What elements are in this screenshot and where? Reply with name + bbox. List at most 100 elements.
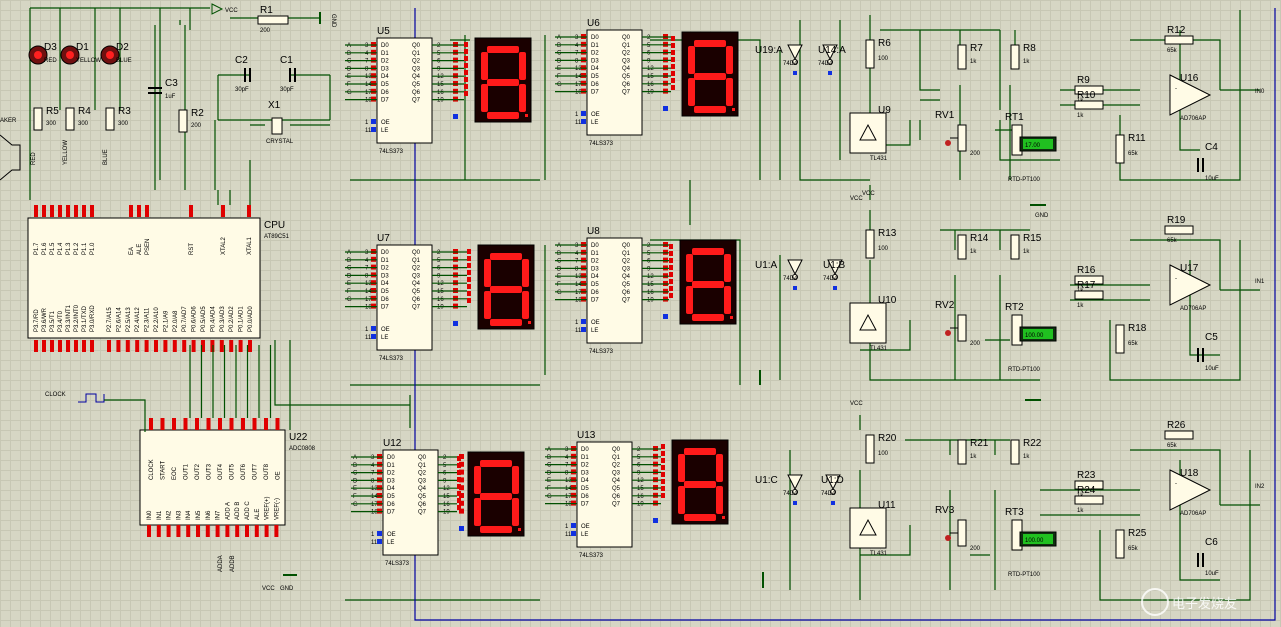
cpu-pin[interactable] (189, 205, 193, 217)
latch-U7[interactable]: U7 74LS373 D0 Q0 3 2 A D1 Q1 4 5 B D2 Q2 7 6 C D3 Q3 8 9 D D4 Q… (345, 233, 467, 362)
cpu-pin[interactable] (145, 205, 149, 217)
adc-pin[interactable] (215, 525, 220, 537)
cpu-pin[interactable] (58, 340, 62, 352)
adc-pin[interactable] (225, 525, 230, 537)
resistor-body[interactable] (105, 107, 115, 131)
cpu-pin[interactable] (219, 340, 224, 352)
resistor-body[interactable] (1010, 44, 1020, 70)
adc-pin[interactable] (218, 418, 222, 430)
resistor-body[interactable] (957, 44, 967, 70)
resistor-R2[interactable]: R2 200 (178, 108, 204, 133)
cpu-pin[interactable] (66, 340, 70, 352)
adc-pin[interactable] (241, 418, 245, 430)
inverter-pin[interactable] (831, 501, 835, 505)
adc-pin[interactable] (245, 525, 249, 537)
cpu-AT89C51[interactable]: CPU AT89C51 P1.7 P1.6 P1.5 P1.4 P1.3 P1.2 P1.1 P1… (27, 205, 290, 352)
cpu-pin[interactable] (144, 340, 149, 352)
cpu-pin[interactable] (229, 340, 234, 352)
schematic-canvas[interactable]: D3 RED RED R5 300 D1 YELLOW YELLOW R4 300 D2 BLUE BL… (0, 0, 1281, 627)
resistor-body[interactable] (1115, 134, 1125, 164)
latch-ctrl-pin[interactable] (581, 119, 586, 124)
resistor-R22[interactable]: R22 1k (1010, 438, 1042, 465)
cap-C4[interactable]: C4 10uF (1197, 142, 1219, 182)
resistor-body[interactable] (257, 15, 289, 25)
cpu-pin[interactable] (90, 340, 94, 352)
latch-ctrl-pin[interactable] (571, 523, 576, 528)
latch-U12[interactable]: U12 74LS373 D0 Q0 3 2 A D1 Q1 4 5 B D2 Q2 7 6 C D3 Q3 8 9 D D4… (351, 438, 464, 567)
shunt-body[interactable] (849, 112, 887, 154)
inverter-pin[interactable] (793, 286, 797, 290)
pot-RV2[interactable]: RV2 200 (935, 300, 981, 347)
cpu-pin[interactable] (90, 205, 94, 217)
cap-C1[interactable]: C1 30pF (280, 55, 296, 93)
latch-ctrl-pin[interactable] (371, 119, 376, 124)
resistor-R14[interactable]: R14 1k (957, 233, 989, 260)
cpu-pin[interactable] (58, 205, 62, 217)
adc-pin[interactable] (254, 525, 259, 537)
latch-ctrl-pin[interactable] (571, 531, 576, 536)
resistor-R26[interactable]: R26 65k (1164, 420, 1194, 449)
adc-pin[interactable] (206, 418, 211, 430)
pot-body[interactable] (957, 314, 967, 342)
adc-pin[interactable] (235, 525, 240, 537)
cpu-pin[interactable] (34, 340, 38, 352)
latch-pin[interactable] (653, 518, 658, 523)
clock-source[interactable]: CLOCK (45, 392, 105, 403)
opamp-U17[interactable]: -U17 AD706AP IN1 (1169, 263, 1265, 312)
resistor-body[interactable] (1074, 290, 1104, 300)
cap-C3[interactable]: C3 1uF (148, 78, 178, 100)
resistor-body[interactable] (1010, 234, 1020, 260)
pot-body[interactable] (957, 519, 967, 547)
pot-knob[interactable] (945, 330, 951, 336)
pot-RV1[interactable]: RV1 200 (935, 110, 981, 157)
adc-pin[interactable] (156, 525, 161, 537)
resistor-R21[interactable]: R21 1k (957, 438, 989, 465)
resistor-body[interactable] (1074, 495, 1104, 505)
resistor-body[interactable] (33, 107, 43, 131)
adc-pin[interactable] (147, 525, 151, 537)
latch-ctrl-pin[interactable] (371, 334, 376, 339)
adc-pin[interactable] (274, 525, 279, 537)
latch-ctrl-pin[interactable] (581, 319, 586, 324)
cpu-pin[interactable] (50, 205, 54, 217)
cap-C2[interactable]: C2 30pF (235, 55, 251, 93)
shunt-U11[interactable]: U11 TL431 (849, 500, 896, 557)
shunt-U9[interactable]: U9 TL431 (849, 105, 891, 162)
latch-U8[interactable]: U8 74LS373 D0 Q0 3 2 A D1 Q1 4 5 B D2 Q2 7 6 C D3 Q3 8 9 D D4 Q… (555, 226, 669, 355)
shunt-body[interactable] (849, 507, 887, 549)
cpu-pin[interactable] (42, 340, 46, 352)
resistor-R4[interactable]: R4 300 (65, 106, 91, 131)
cpu-pin[interactable] (247, 205, 251, 217)
resistor-body[interactable] (1074, 100, 1104, 110)
adc-pin[interactable] (149, 418, 153, 430)
crystal-X1[interactable]: X1 CRYSTAL (266, 100, 294, 145)
latch-ctrl-pin[interactable] (371, 127, 376, 132)
resistor-R1[interactable]: R1 200 (257, 5, 289, 34)
cpu-pin[interactable] (137, 205, 141, 217)
adc-pin[interactable] (264, 525, 269, 537)
resistor-body[interactable] (1164, 225, 1194, 235)
cpu-pin[interactable] (82, 340, 86, 352)
resistor-R7[interactable]: R7 1k (957, 43, 983, 70)
resistor-body[interactable] (1164, 35, 1194, 45)
inverter-U19:A[interactable]: U19:A74D4 (755, 44, 803, 75)
cpu-pin[interactable] (107, 340, 111, 352)
latch-pin[interactable] (663, 314, 668, 319)
clock-waveform[interactable] (78, 393, 105, 403)
resistor-R11[interactable]: R11 65k (1115, 133, 1146, 164)
cpu-pin[interactable] (154, 340, 158, 352)
resistor-body[interactable] (865, 229, 875, 259)
latch-ctrl-pin[interactable] (581, 111, 586, 116)
latch-U13[interactable]: U13 74LS373 D0 Q0 3 2 A D1 Q1 4 5 B D2 Q2 7 6 C D3 Q3 8 9 D D4… (545, 430, 661, 559)
cpu-pin[interactable] (172, 340, 177, 352)
speaker-body[interactable] (0, 134, 21, 181)
cpu-pin[interactable] (125, 340, 130, 352)
rtd-RT2[interactable]: 100.00 RT2 RTD-PT100 (1005, 302, 1057, 373)
cpu-pin[interactable] (221, 205, 225, 217)
cpu-pin[interactable] (191, 340, 196, 352)
resistor-R8[interactable]: R8 1k (1010, 43, 1036, 70)
pot-knob[interactable] (945, 535, 951, 541)
adc-pin[interactable] (196, 525, 200, 537)
resistor-body[interactable] (1115, 529, 1125, 559)
adc-pin[interactable] (275, 418, 280, 430)
